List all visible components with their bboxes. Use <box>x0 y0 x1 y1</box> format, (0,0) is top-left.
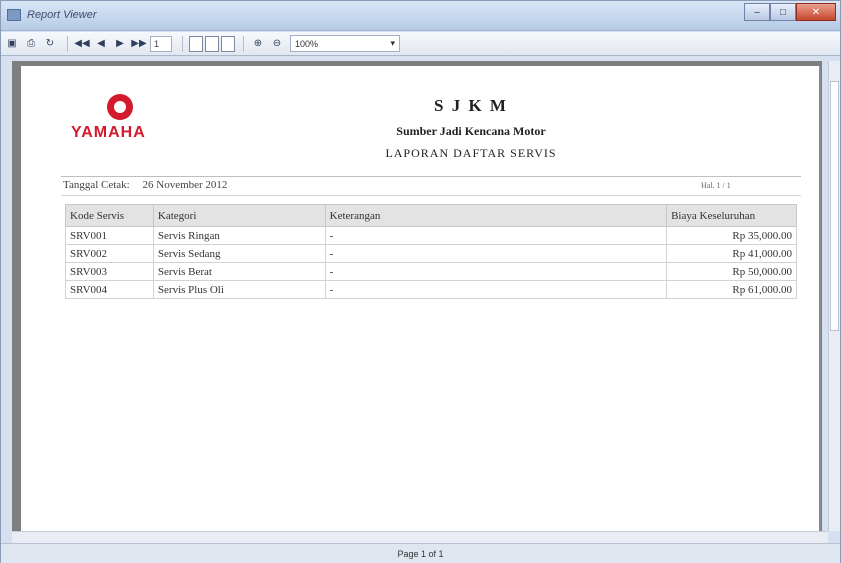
cell-category: Servis Plus Oli <box>152 280 326 299</box>
print-date: Tanggal Cetak: 26 November 2012 <box>63 179 237 191</box>
cell-cost: Rp 41,000.00 <box>666 244 797 263</box>
service-table: Kode Servis Kategori Keterangan Biaya Ke… <box>65 204 797 299</box>
chevron-down-icon: ▾ <box>390 38 395 48</box>
table-row: SRV004 Servis Plus Oli - Rp 61,000.00 <box>65 280 797 299</box>
single-page-icon[interactable] <box>189 35 203 52</box>
cell-category: Servis Ringan <box>152 226 326 245</box>
cell-code: SRV003 <box>65 262 154 281</box>
cell-cost: Rp 35,000.00 <box>666 226 797 245</box>
table-row: SRV001 Servis Ringan - Rp 35,000.00 <box>65 226 797 245</box>
minimize-button[interactable]: – <box>744 3 770 21</box>
table-row: SRV002 Servis Sedang - Rp 41,000.00 <box>65 244 797 263</box>
scrollbar-thumb[interactable] <box>830 81 839 331</box>
zoom-select[interactable]: 100% ▾ <box>290 35 400 52</box>
viewer-toolbar: ▣ ⎙ ↻ ◀◀ ◀ ▶ ▶▶ 1 ⊕ ⊖ 100% ▾ <box>1 32 840 56</box>
refresh-icon[interactable]: ↻ <box>42 36 58 52</box>
zoom-out-icon[interactable]: ⊖ <box>269 36 285 52</box>
cell-description: - <box>324 226 668 245</box>
company-code: S J K M <box>434 96 508 115</box>
page-indicator: Hal. 1 / 1 <box>701 181 731 190</box>
two-page-icon[interactable] <box>205 35 219 52</box>
date-divider <box>61 195 801 196</box>
save-icon[interactable]: ▣ <box>4 36 20 52</box>
page-status: Page 1 of 1 <box>397 548 444 559</box>
zoom-value: 100% <box>295 38 319 49</box>
cell-description: - <box>324 244 668 263</box>
print-date-value: 26 November 2012 <box>142 179 228 191</box>
last-page-icon[interactable]: ▶▶ <box>131 36 147 52</box>
toolbar-divider <box>182 35 183 52</box>
print-icon[interactable]: ⎙ <box>23 36 39 52</box>
close-button[interactable]: ✕ <box>796 3 836 21</box>
yamaha-emblem-icon <box>107 94 133 120</box>
yamaha-logo: YAMAHA <box>71 94 171 164</box>
logo-text: YAMAHA <box>71 124 146 141</box>
vertical-scrollbar[interactable] <box>828 61 840 531</box>
print-date-label: Tanggal Cetak: <box>63 179 130 191</box>
window-controls: – □ ✕ <box>744 3 836 23</box>
next-page-icon[interactable]: ▶ <box>112 36 128 52</box>
cell-code: SRV002 <box>65 244 154 263</box>
maximize-button[interactable]: □ <box>770 3 796 21</box>
cell-description: - <box>324 280 668 299</box>
title-bar[interactable]: Report Viewer – □ ✕ <box>1 1 840 31</box>
column-header: Biaya Keseluruhan <box>666 204 797 227</box>
report-title: LAPORAN DAFTAR SERVIS <box>385 146 557 160</box>
report-viewer-window: Report Viewer – □ ✕ ▣ ⎙ ↻ ◀◀ ◀ ▶ ▶▶ 1 ⊕ … <box>0 0 841 563</box>
table-row: SRV003 Servis Berat - Rp 50,000.00 <box>65 262 797 281</box>
first-page-icon[interactable]: ◀◀ <box>74 36 90 52</box>
multi-page-icon[interactable] <box>221 35 235 52</box>
column-header: Kode Servis <box>65 204 154 227</box>
cell-category: Servis Berat <box>152 262 326 281</box>
company-name: Sumber Jadi Kencana Motor <box>396 124 546 138</box>
status-bar: Page 1 of 1 <box>1 543 840 563</box>
report-viewer-icon <box>7 9 21 21</box>
header-divider <box>61 176 801 177</box>
horizontal-scrollbar[interactable] <box>12 531 828 543</box>
window-title: Report Viewer <box>27 9 97 21</box>
cell-cost: Rp 61,000.00 <box>666 280 797 299</box>
cell-description: - <box>324 262 668 281</box>
report-viewport[interactable]: YAMAHA S J K M Sumber Jadi Kencana Motor… <box>12 61 822 531</box>
previous-page-icon[interactable]: ◀ <box>93 36 109 52</box>
cell-code: SRV004 <box>65 280 154 299</box>
toolbar-divider <box>243 35 244 52</box>
cell-category: Servis Sedang <box>152 244 326 263</box>
cell-code: SRV001 <box>65 226 154 245</box>
toolbar-divider <box>67 35 68 52</box>
column-header: Kategori <box>152 204 326 227</box>
zoom-in-icon[interactable]: ⊕ <box>250 36 266 52</box>
report-header: S J K M Sumber Jadi Kencana Motor LAPORA… <box>341 96 601 161</box>
table-header-row: Kode Servis Kategori Keterangan Biaya Ke… <box>65 204 797 227</box>
column-header: Keterangan <box>324 204 668 227</box>
cell-cost: Rp 50,000.00 <box>666 262 797 281</box>
report-page: YAMAHA S J K M Sumber Jadi Kencana Motor… <box>21 66 821 531</box>
page-number-input[interactable]: 1 <box>150 35 172 52</box>
